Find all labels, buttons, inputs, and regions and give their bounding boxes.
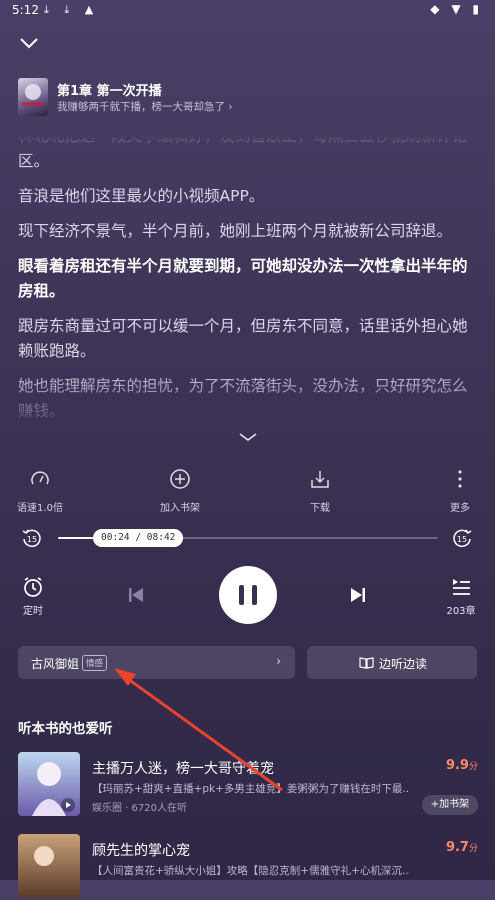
chevron-right-icon: › <box>228 101 233 113</box>
book-score: 9.9分 <box>445 758 478 773</box>
download-icon <box>311 471 329 488</box>
list-item[interactable]: 主播万人迷，榜一大哥守着宠 【玛丽苏+甜爽+直播+pk+多男主雄竞】姜粥粥为了赚… <box>18 752 478 818</box>
add-shelf-button[interactable]: +加书架 <box>422 795 478 815</box>
book-score: 9.7分 <box>445 840 478 855</box>
status-bar: 5:12 ⤓ ⤓ ▲ ◆ ▼ ▮ <box>0 0 495 22</box>
more-button[interactable]: 更多 <box>425 468 495 514</box>
speed-button[interactable]: 语速1.0倍 <box>5 468 75 514</box>
speedometer-icon <box>31 471 49 485</box>
system-icons: ◆ ▼ ▮ <box>430 2 483 16</box>
chapter-list-button[interactable]: 203章 <box>441 576 481 617</box>
chapters-count: 203章 <box>446 606 476 617</box>
expand-chevron-icon[interactable] <box>236 430 260 444</box>
more-label: 更多 <box>450 503 470 514</box>
reader-paragraph: 眼看着房租还有半个月就要到期，可她却没办法一次性拿出半年的房租。 <box>18 257 468 300</box>
reader-paragraph: 林北北把这一段文字编辑好，发到音浪上，每隔三五秒就刷新评论区。 <box>18 136 468 170</box>
speed-label: 语速1.0倍 <box>17 503 63 514</box>
book-cover-small[interactable] <box>18 78 48 116</box>
alarm-clock-icon <box>24 577 42 597</box>
progress-time-pill[interactable]: 00:24 / 08:42 <box>93 529 184 547</box>
rewind-15-icon[interactable]: 15 <box>20 526 44 550</box>
collapse-chevron-icon[interactable] <box>18 34 40 52</box>
notification-icons: ⤓ ⤓ ▲ <box>44 3 100 16</box>
list-item[interactable]: 顾先生的掌心宠 【人间富贵花+骄纵大小姐】攻略【隐忍克制+儒雅守礼+心机深沉..… <box>18 834 478 900</box>
book-meta: 娱乐圈 · 6720人在听 <box>92 803 187 814</box>
voice-selector[interactable]: 古风御姐 情感 › <box>18 646 295 679</box>
reader-paragraph: 跟房东商量过可不可以缓一个月，但房东不同意，话里话外担心她赖账跑路。 <box>18 317 468 360</box>
current-time: 00:24 <box>101 532 130 543</box>
timer-label: 定时 <box>23 606 43 617</box>
download-label: 下载 <box>310 503 330 514</box>
pause-button[interactable] <box>219 566 277 624</box>
total-time: 08:42 <box>146 532 176 543</box>
read-along-button[interactable]: 边听边读 <box>307 646 477 679</box>
book-cover <box>18 752 80 816</box>
rewind-seconds: 15 <box>27 535 37 544</box>
reader-text-area[interactable]: 林北北把这一段文字编辑好，发到音浪上，每隔三五秒就刷新评论区。音浪是他们这里最火… <box>18 136 480 432</box>
more-vertical-icon <box>458 470 462 488</box>
book-subtitle-text: 我赚够两千就下播，榜一大哥却急了 <box>57 101 225 113</box>
book-title: 顾先生的掌心宠 <box>92 843 190 859</box>
reader-paragraph: 音浪是他们这里最火的小视频APP。 <box>18 187 265 205</box>
book-open-icon <box>359 657 374 669</box>
next-track-icon[interactable] <box>348 585 368 605</box>
recommend-title: 听本书的也爱听 <box>18 721 113 737</box>
status-time: 5:12 <box>12 3 39 17</box>
book-desc: 【玛丽苏+甜爽+直播+pk+多男主雄竞】姜粥粥为了赚钱在时下最... <box>92 783 410 795</box>
reader-paragraph: 现下经济不景气，半个月前，她刚上班两个月就被新公司辞退。 <box>18 222 453 240</box>
forward-seconds: 15 <box>457 535 467 544</box>
reader-paragraph: 她也能理解房东的担忧，为了不流落街头，没办法，只好研究怎么赚钱。 <box>18 377 468 420</box>
previous-track-icon[interactable] <box>126 585 146 605</box>
forward-15-icon[interactable]: 15 <box>450 526 474 550</box>
book-cover <box>18 834 80 898</box>
voice-name: 古风御姐 <box>31 657 80 671</box>
read-along-label: 边听边读 <box>379 657 428 671</box>
download-button[interactable]: 下载 <box>285 468 355 514</box>
playlist-icon <box>453 579 470 595</box>
book-desc: 【人间富贵花+骄纵大小姐】攻略【隐忍克制+儒雅守礼+心机深沉... <box>92 865 410 877</box>
book-title: 主播万人迷，榜一大哥守着宠 <box>92 761 274 777</box>
add-shelf-button[interactable]: 加入书架 <box>145 468 215 514</box>
chapter-subtitle[interactable]: 我赚够两千就下播，榜一大哥却急了 › <box>57 99 233 114</box>
pause-icon <box>239 585 244 605</box>
timer-button[interactable]: 定时 <box>13 576 53 617</box>
progress-fill <box>58 537 93 539</box>
voice-tag: 情感 <box>82 655 108 671</box>
chevron-right-icon: › <box>276 654 281 668</box>
add-shelf-label: 加入书架 <box>160 503 200 514</box>
plus-circle-icon <box>170 469 190 489</box>
chapter-title[interactable]: 第1章 第一次开播 <box>57 80 162 99</box>
